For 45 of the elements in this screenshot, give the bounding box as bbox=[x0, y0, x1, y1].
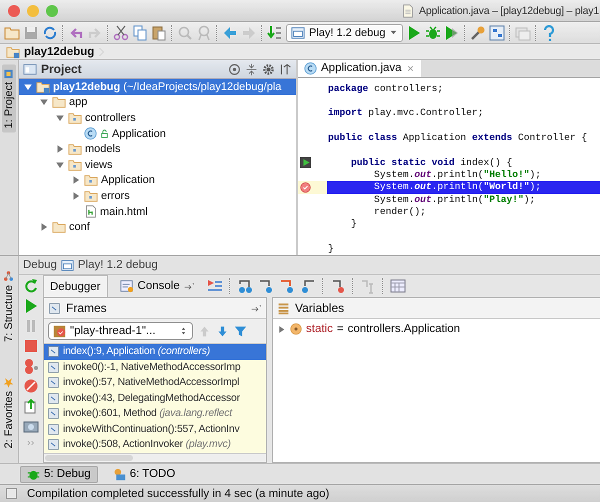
code-line: package controllers; bbox=[327, 82, 444, 96]
stack-frame[interactable]: invoke0():-1, NativeMethodAccessorImp bbox=[44, 360, 266, 375]
breadcrumb-item[interactable]: play12debug bbox=[24, 46, 94, 58]
editor-tab[interactable]: Application.java bbox=[298, 60, 421, 77]
debugger-tab[interactable]: Debugger bbox=[43, 275, 108, 297]
tree-item[interactable]: errors bbox=[19, 188, 296, 204]
tree-item[interactable]: Application bbox=[19, 126, 296, 142]
panel-title[interactable]: Project bbox=[41, 62, 82, 76]
panel-title: Variables bbox=[295, 301, 344, 315]
tree-item[interactable]: app bbox=[19, 94, 296, 110]
tree-item[interactable]: main.html bbox=[19, 204, 296, 220]
thread-dropdown[interactable]: "play-thread-1"... bbox=[48, 322, 193, 340]
tree-item[interactable]: play12debug (~/IdeaProjects/play12debug/pla bbox=[19, 79, 296, 95]
code-line: public static void index() { bbox=[350, 156, 514, 169]
code-line: render(); bbox=[373, 206, 427, 218]
stack-frame[interactable]: index():9, Application (controllers) bbox=[44, 344, 266, 360]
stack-frame[interactable]: invoke():508, ActionInvoker (play.mvc) bbox=[44, 437, 266, 452]
tree-item[interactable]: conf bbox=[19, 219, 296, 235]
debugger-tab[interactable]: Console bbox=[112, 274, 202, 298]
code-line: } bbox=[350, 218, 358, 230]
code-line: System.out.println("Play!"); bbox=[373, 194, 536, 206]
tool-window-button[interactable]: 6: TODO bbox=[106, 466, 182, 482]
stack-frame[interactable]: invoke():43, DelegatingMethodAccessor bbox=[44, 390, 266, 406]
code-line: public class Application extends Controller { bbox=[327, 132, 588, 144]
panel-title: Frames bbox=[66, 301, 107, 315]
session-title[interactable]: Play! 1.2 debug bbox=[78, 259, 158, 271]
status-message: Compilation completed successfully in 4 sec (a minute ago) bbox=[27, 488, 330, 500]
code-line: import play.mvc.Controller; bbox=[327, 107, 484, 120]
tree-item[interactable]: models bbox=[19, 141, 296, 157]
stack-frame[interactable]: invoke():601, Method (java.lang.reflect bbox=[44, 406, 266, 422]
code-line: } bbox=[327, 242, 335, 255]
tool-window-tab[interactable]: 1: Project bbox=[2, 64, 16, 132]
tree-item[interactable]: Application bbox=[19, 172, 296, 188]
tool-window-button[interactable]: 5: Debug bbox=[20, 466, 98, 482]
window-title: Application.java – [play12debug] – play1 bbox=[419, 4, 599, 16]
tool-window-tab[interactable]: 2: Favorites bbox=[2, 372, 16, 452]
tree-item[interactable]: views bbox=[19, 156, 296, 173]
stack-frame[interactable]: invoke():57, NativeMethodAccessorImpl bbox=[44, 375, 266, 390]
stack-frame[interactable]: invokeWithContinuation():557, ActionInv bbox=[44, 422, 266, 437]
variable-row[interactable]: static = controllers.Application bbox=[273, 319, 600, 339]
run-configuration-dropdown[interactable]: Play! 1.2 debug bbox=[286, 24, 404, 42]
tool-window-title: Debug bbox=[23, 259, 57, 271]
tree-item[interactable]: controllers bbox=[19, 110, 296, 126]
code-line: System.out.println("Hello!"); bbox=[373, 168, 542, 182]
tool-window-tab[interactable]: 7: Structure bbox=[2, 266, 16, 346]
